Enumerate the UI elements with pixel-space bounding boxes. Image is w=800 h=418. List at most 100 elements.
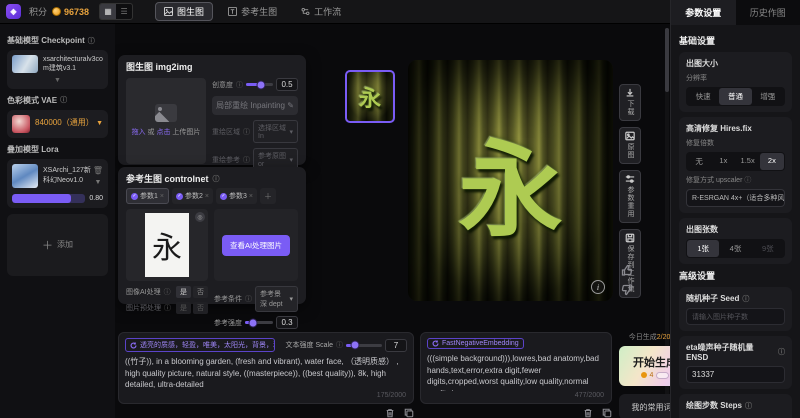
points-value: 96738 <box>64 7 89 17</box>
tab-workflow[interactable]: 工作流 <box>292 2 350 21</box>
ai-process-yes-button[interactable]: 是 <box>176 286 191 298</box>
reference-glyph: 永 <box>152 223 182 267</box>
upscale-none[interactable]: 无 <box>687 153 711 170</box>
positive-prompt-text[interactable]: ((竹子)), in a blooming garden, (fresh and… <box>125 356 407 394</box>
target-icon[interactable]: ◎ <box>195 212 205 222</box>
negative-prompt-box[interactable]: FastNegativeEmbedding (((simple backgrou… <box>420 332 612 404</box>
resolution-segmented: 快速 普通 增强 <box>686 87 785 106</box>
check-dot-icon: ✓ <box>176 193 183 200</box>
negative-prompt-tag[interactable]: FastNegativeEmbedding <box>427 338 524 349</box>
lora-weight-slider[interactable] <box>12 194 85 203</box>
tab-parameter-settings[interactable]: 参数设置 <box>671 0 736 25</box>
ref-strength-label: 参考强度 <box>214 318 242 328</box>
tab-history[interactable]: 历史作图 <box>736 0 800 25</box>
thumbs-up-icon[interactable] <box>621 264 633 276</box>
generated-image[interactable]: 永 i <box>408 60 613 301</box>
upload-click-link[interactable]: 点击 <box>156 129 170 136</box>
controlnet-tab-1[interactable]: ✓ 参数1 × <box>126 188 169 204</box>
ref-strength-slider[interactable] <box>245 321 273 324</box>
grid-view-icon[interactable]: ▦ <box>100 4 116 19</box>
settings-panel: 参数设置 历史作图 基础设置 出图大小 分辨率 快速 普通 增强 高清修复 Hi… <box>670 0 800 418</box>
list-view-icon[interactable]: ☰ <box>116 4 132 19</box>
inpainting-button[interactable]: 局部重绘 Inpainting ✎ <box>212 96 298 115</box>
batch-1[interactable]: 1张 <box>687 240 719 257</box>
hires-title: 高清修复 Hires.fix <box>686 123 785 134</box>
image-info-icon[interactable]: i <box>591 280 605 294</box>
output-size-title: 出图大小 <box>686 58 785 69</box>
ensd-title: eta噪声种子随机量 ENSD <box>686 342 775 362</box>
creativity-slider[interactable] <box>246 83 273 86</box>
copy-icon[interactable] <box>602 408 612 418</box>
ai-process-no-button[interactable]: 否 <box>193 286 208 298</box>
upscale-1-5x[interactable]: 1.5x <box>736 153 760 170</box>
seed-input[interactable] <box>686 308 785 325</box>
positive-prompt-actions <box>118 408 414 418</box>
reuse-params-button[interactable]: 参数重用 <box>619 170 641 223</box>
add-model-button[interactable]: ＋ 添加 <box>7 214 108 276</box>
lora-weight-value: 0.80 <box>89 195 103 202</box>
checkpoint-card[interactable]: xsarchitecturalv3com建筑v3.1 ▼ <box>7 50 108 89</box>
positive-prompt-tag[interactable]: 透亮的质感，轻盈，唯美，太阳光，背景，动作，最佳质量 <box>125 338 275 352</box>
checkpoint-name: xsarchitecturalv3com建筑v3.1 <box>43 55 103 74</box>
creativity-value: 0.5 <box>276 78 298 91</box>
image-upload-dropzone[interactable]: 拖入 或 点击 上传图片 <box>126 78 206 164</box>
lora-thumbnail <box>12 164 38 188</box>
add-controlnet-tab-button[interactable]: ＋ <box>260 188 276 204</box>
resolution-enhanced[interactable]: 增强 <box>752 88 784 105</box>
ref-condition-select[interactable]: 参考景深 dept▾ <box>255 286 298 312</box>
redraw-area-select[interactable]: 选择区域 In▾ <box>253 120 298 143</box>
copy-icon[interactable] <box>404 408 414 418</box>
vae-card[interactable]: 840000（通用） ▼ <box>7 110 108 138</box>
toggle-pill-icon <box>656 372 669 379</box>
controlnet-tab-2[interactable]: ✓ 参数2 × <box>172 188 213 204</box>
download-button[interactable]: 下载 <box>619 84 641 121</box>
close-icon[interactable]: × <box>160 193 164 200</box>
upload-drag-link[interactable]: 拖入 <box>132 129 146 136</box>
batch-9[interactable]: 9张 <box>752 240 784 257</box>
plus-icon: ＋ <box>42 237 53 253</box>
upscale-multiplier-label: 修复倍数 <box>686 138 785 148</box>
ensd-input[interactable] <box>686 366 785 383</box>
chevron-down-icon[interactable]: ▼ <box>12 77 103 84</box>
preprocess-no-button[interactable]: 否 <box>193 302 208 314</box>
upscaler-select[interactable]: R-ESRGAN 4x+（适合多种风▾ <box>686 189 785 207</box>
thumbs-down-icon[interactable] <box>621 284 633 296</box>
trash-icon[interactable]: 🗑 <box>93 166 103 175</box>
close-icon[interactable]: × <box>249 193 253 200</box>
info-icon: ⓘ <box>88 36 95 46</box>
preprocess-yes-button[interactable]: 是 <box>176 302 191 314</box>
trash-icon[interactable] <box>385 408 395 418</box>
workflow-icon <box>301 7 310 16</box>
resolution-normal[interactable]: 普通 <box>719 88 751 105</box>
view-ai-image-button[interactable]: 查看AI处理图片 <box>222 235 290 256</box>
info-icon: ⓘ <box>243 155 250 165</box>
seed-title: 随机种子 Seed <box>686 293 739 304</box>
batch-count-title: 出图张数 <box>686 224 785 235</box>
hires-fix-card: 高清修复 Hires.fix 修复倍数 无 1x 1.5x 2x 修复方式 up… <box>679 117 792 213</box>
chevron-down-icon[interactable]: ▼ <box>94 179 101 186</box>
tab-controlnet-gen[interactable]: 参考生图 <box>219 2 286 21</box>
close-icon[interactable]: × <box>205 193 209 200</box>
feedback-buttons <box>621 264 633 296</box>
text-scale-slider[interactable] <box>346 344 382 347</box>
info-icon: ⓘ <box>742 294 749 304</box>
ensd-card: eta噪声种子随机量 ENSDⓘ <box>679 336 792 389</box>
app-logo-icon[interactable]: ◈ <box>6 4 21 19</box>
original-image-button[interactable]: 原图 <box>619 127 641 164</box>
resolution-fast[interactable]: 快速 <box>687 88 719 105</box>
creativity-label: 创意度 <box>212 80 233 90</box>
lora-card[interactable]: XSArchi_127新科幻Neov1.0 🗑 ▼ 0.80 <box>7 159 108 208</box>
negative-prompt-actions <box>420 408 612 418</box>
upscale-1x[interactable]: 1x <box>711 153 735 170</box>
negative-prompt-text[interactable]: (((simple background))),lowres,bad anato… <box>427 353 605 391</box>
sliders-icon <box>625 174 635 184</box>
controlnet-tab-3[interactable]: ✓ 参数3 × <box>216 188 257 204</box>
trash-icon[interactable] <box>583 408 593 418</box>
tab-img2img[interactable]: 图生图 <box>155 2 213 21</box>
result-thumbnail-selected[interactable]: 永 <box>345 70 395 123</box>
chevron-down-icon[interactable]: ▼ <box>96 120 103 127</box>
positive-prompt-box[interactable]: 透亮的质感，轻盈，唯美，太阳光，背景，动作，最佳质量 文本强度 Scale ⓘ … <box>118 332 414 404</box>
upscale-2x[interactable]: 2x <box>760 153 784 170</box>
controlnet-reference-preview[interactable]: 永 ◎ <box>126 209 208 281</box>
batch-4[interactable]: 4张 <box>719 240 751 257</box>
